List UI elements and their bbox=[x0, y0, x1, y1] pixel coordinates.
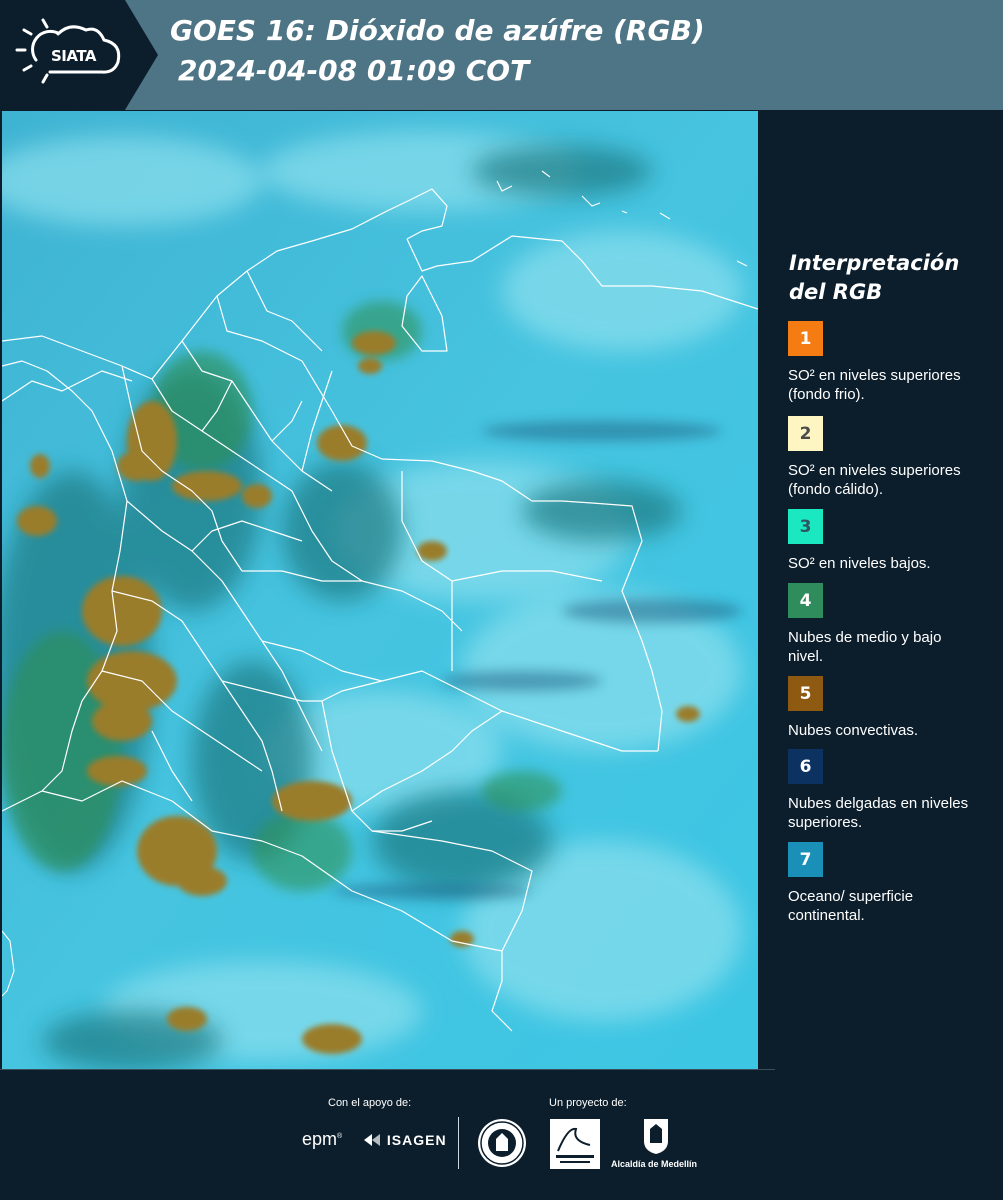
legend-panel: Interpretación del RGB 1 SO² en niveles … bbox=[758, 111, 1003, 1069]
page-timestamp: 2024-04-08 01:09 COT bbox=[178, 54, 530, 87]
isagen-logo: ISAGEN bbox=[362, 1132, 447, 1148]
area-metropolitana-logo bbox=[550, 1119, 600, 1169]
alcaldia-text: Alcaldía de Medellín bbox=[611, 1159, 698, 1169]
legend-item-3: 3 SO² en niveles bajos. bbox=[788, 509, 988, 573]
legend-title: Interpretación del RGB bbox=[789, 249, 989, 307]
legend-swatch-7: 7 bbox=[788, 842, 823, 877]
legend-title-line1: Interpretación bbox=[789, 251, 960, 275]
legend-label-2: SO² en niveles superiores (fondo cálido)… bbox=[788, 462, 961, 498]
alcaldia-shield-icon bbox=[640, 1117, 672, 1155]
legend-swatch-1: 1 bbox=[788, 321, 823, 356]
siata-logo: SIATA bbox=[0, 0, 160, 110]
legend-swatch-4: 4 bbox=[788, 583, 823, 618]
footer-divider bbox=[458, 1117, 459, 1169]
footer: Con el apoyo de: Un proyecto de: epm® IS… bbox=[0, 1069, 1003, 1200]
page-title: GOES 16: Dióxido de azúfre (RGB) bbox=[170, 14, 705, 47]
isagen-mark-icon bbox=[364, 1134, 380, 1146]
legend-swatch-5: 5 bbox=[788, 676, 823, 711]
legend-swatch-3: 3 bbox=[788, 509, 823, 544]
legend-item-2: 2 SO² en niveles superiores (fondo cálid… bbox=[788, 416, 988, 499]
legend-label-6: Nubes delgadas en niveles superiores. bbox=[788, 795, 969, 831]
header-bar: SIATA GOES 16: Dióxido de azúfre (RGB) 2… bbox=[0, 0, 1003, 110]
legend-item-6: 6 Nubes delgadas en niveles superiores. bbox=[788, 749, 988, 832]
support-label: Con el apoyo de: bbox=[328, 1097, 412, 1109]
epm-logo: epm® bbox=[302, 1129, 343, 1149]
project-label: Un proyecto de: bbox=[549, 1097, 627, 1109]
legend-label-4: Nubes de medio y bajo nivel. bbox=[788, 629, 942, 665]
siata-logo-text: SIATA bbox=[51, 47, 97, 65]
footer-divider-line bbox=[0, 1069, 775, 1070]
legend-title-line2: del RGB bbox=[789, 280, 883, 304]
legend-label-1: SO² en niveles superiores (fondo frio). bbox=[788, 367, 961, 403]
satellite-map bbox=[2, 111, 758, 1069]
legend-item-4: 4 Nubes de medio y bajo nivel. bbox=[788, 583, 988, 666]
legend-swatch-6: 6 bbox=[788, 749, 823, 784]
legend-item-5: 5 Nubes convectivas. bbox=[788, 676, 988, 740]
legend-label-5: Nubes convectivas. bbox=[788, 722, 919, 739]
legend-item-1: 1 SO² en niveles superiores (fondo frio)… bbox=[788, 321, 988, 404]
medellin-seal-icon bbox=[478, 1119, 526, 1167]
legend-label-7: Oceano/ superficie continental. bbox=[788, 888, 914, 924]
legend-swatch-2: 2 bbox=[788, 416, 823, 451]
legend-item-7: 7 Oceano/ superficie continental. bbox=[788, 842, 988, 925]
legend-label-3: SO² en niveles bajos. bbox=[788, 555, 931, 572]
